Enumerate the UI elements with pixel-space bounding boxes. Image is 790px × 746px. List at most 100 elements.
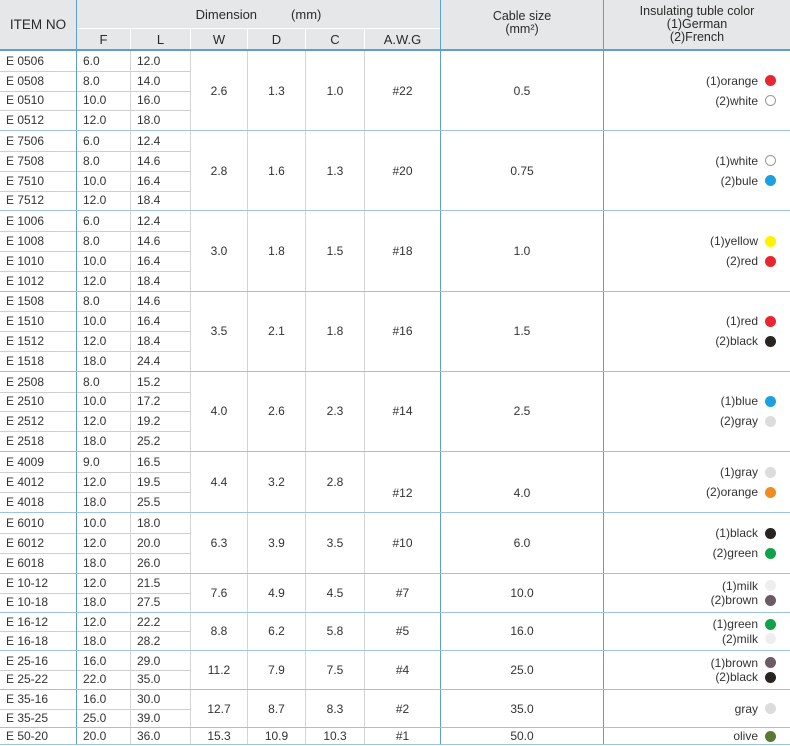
insulation-color-item: (2)red [726, 251, 776, 271]
dim-c-cell-value: 4.5 [326, 585, 344, 600]
column-rule [603, 574, 604, 612]
insulation-color-label: (2)brown [710, 593, 758, 608]
column-rule [76, 131, 77, 211]
item-no-cell: E 2518 [0, 431, 76, 451]
dim-l-cell-value: 39.0 [137, 710, 161, 725]
item-no-cell-value: E 7512 [6, 193, 45, 208]
dim-l-cell: 18.4 [131, 191, 190, 211]
row-rule [0, 271, 190, 272]
dim-f-cell: 10.0 [77, 513, 130, 533]
dim-d-cell: 6.2 [248, 613, 305, 651]
dim-f-cell-value: 12.0 [83, 536, 107, 550]
dim-c-cell: 1.3 [306, 131, 364, 210]
dim-w-cell: 2.6 [191, 51, 247, 130]
cable-size-cell: 1.5 [441, 292, 603, 371]
dim-d-cell: 1.3 [248, 51, 305, 130]
dim-c-cell-value: 2.8 [326, 475, 344, 489]
dim-f-cell-value: 8.0 [83, 374, 100, 389]
dim-w-cell: 6.3 [191, 513, 247, 573]
dim-l-cell: 27.5 [131, 593, 190, 612]
awg-cell-value: #4 [395, 662, 410, 677]
insulation-color-item: (2)green [713, 543, 776, 563]
insulation-color-item: (1)yellow [710, 231, 776, 251]
dim-w-cell-value: 7.6 [210, 585, 228, 600]
dim-l-cell-value: 14.0 [137, 73, 161, 88]
insulation-color-label: gray [734, 701, 758, 716]
dim-c-cell-value: 10.3 [323, 729, 347, 744]
item-no-cell-value: E 6010 [6, 516, 45, 530]
column-rule [247, 651, 248, 689]
header-dimension-label: Dimension [195, 6, 258, 22]
insulation-color-item: (2)black [715, 670, 776, 684]
dim-f-cell: 10.0 [77, 392, 130, 412]
awg-cell-value: #5 [395, 624, 410, 639]
row-rule [0, 331, 190, 332]
dim-l-cell: 35.0 [131, 670, 190, 689]
dim-c-cell: 10.3 [306, 728, 364, 744]
dim-l-cell: 19.5 [131, 472, 190, 492]
header-column-rule [247, 29, 248, 49]
dim-f-cell-value: 18.0 [83, 595, 107, 610]
dim-f-cell: 12.0 [77, 110, 130, 130]
column-rule [190, 131, 191, 211]
dim-l-cell: 30.0 [131, 690, 190, 709]
item-no-cell: E 1006 [0, 211, 76, 231]
dim-f-cell: 18.0 [77, 631, 130, 650]
item-no-cell-value: E 2512 [6, 414, 45, 429]
column-rule [440, 452, 441, 512]
insulation-color-label: (2)green [712, 546, 758, 560]
dim-l-cell: 14.6 [131, 151, 190, 171]
cable-size-cell-value: 35.0 [510, 701, 534, 716]
dim-c-cell-value: 5.8 [326, 624, 344, 639]
column-rule [190, 452, 191, 512]
column-rule [440, 651, 441, 689]
item-no-cell: E 10-12 [0, 574, 76, 593]
cable-size-cell: 6.0 [441, 513, 603, 573]
dim-l-cell: 20.0 [131, 533, 190, 553]
dim-d-cell-value: 1.6 [268, 163, 285, 178]
header-column-rule [130, 29, 131, 49]
dim-l-cell-value: 18.4 [137, 193, 161, 208]
insulation-color-label: (2)black [715, 670, 758, 685]
row-rule [0, 191, 190, 192]
header-col-l: L [131, 29, 190, 49]
insulation-color-label: (1)orange [705, 73, 758, 88]
dim-l-cell: 14.6 [131, 292, 190, 312]
dim-l-cell-value: 12.4 [137, 214, 161, 229]
dim-f-cell: 10.0 [77, 251, 130, 271]
dim-c-cell: 7.5 [306, 651, 364, 689]
dim-c-cell-value: 8.3 [326, 701, 344, 716]
column-rule [364, 51, 365, 131]
dim-f-cell: 12.0 [77, 191, 130, 211]
black-dot-icon [765, 527, 776, 539]
dim-l-cell: 39.0 [131, 709, 190, 728]
dim-f-cell: 6.0 [77, 131, 130, 151]
header-col-w-label: W [212, 31, 226, 47]
dim-f-cell-value: 10.0 [83, 314, 107, 329]
column-rule [130, 211, 131, 291]
cable-size-cell: 0.5 [441, 51, 603, 130]
column-rule [305, 51, 306, 131]
dim-l-cell: 16.4 [131, 251, 190, 271]
dim-l-cell: 18.4 [131, 331, 190, 351]
dim-f-cell-value: 12.0 [83, 193, 107, 208]
insulation-color-item: (2)orange [706, 482, 776, 502]
insulation-color-label: (1)yellow [709, 234, 758, 248]
dim-l-cell-value: 20.0 [137, 536, 161, 550]
column-rule [247, 513, 248, 573]
insulation-color-label: (2)gray [719, 414, 758, 429]
item-no-cell: E 0506 [0, 51, 76, 71]
dim-l-cell-value: 21.5 [137, 576, 161, 591]
header-dimension-unit: (mm) [291, 6, 322, 22]
dim-l-cell-value: 25.5 [137, 495, 161, 509]
row-rule [0, 251, 190, 252]
dim-l-cell-value: 16.5 [137, 455, 161, 469]
dim-w-cell: 3.5 [191, 292, 247, 371]
dim-c-cell: 1.5 [306, 211, 364, 290]
dim-f-cell: 12.0 [77, 613, 130, 632]
insulation-color-item: (2)bule [721, 171, 776, 191]
dim-l-cell: 16.4 [131, 171, 190, 191]
dim-f-cell-value: 6.0 [83, 134, 100, 149]
header-insulating-color: Insulating tuble color (1)German (2)Fren… [604, 0, 790, 49]
insulation-color-label: (2)bule [720, 173, 758, 188]
